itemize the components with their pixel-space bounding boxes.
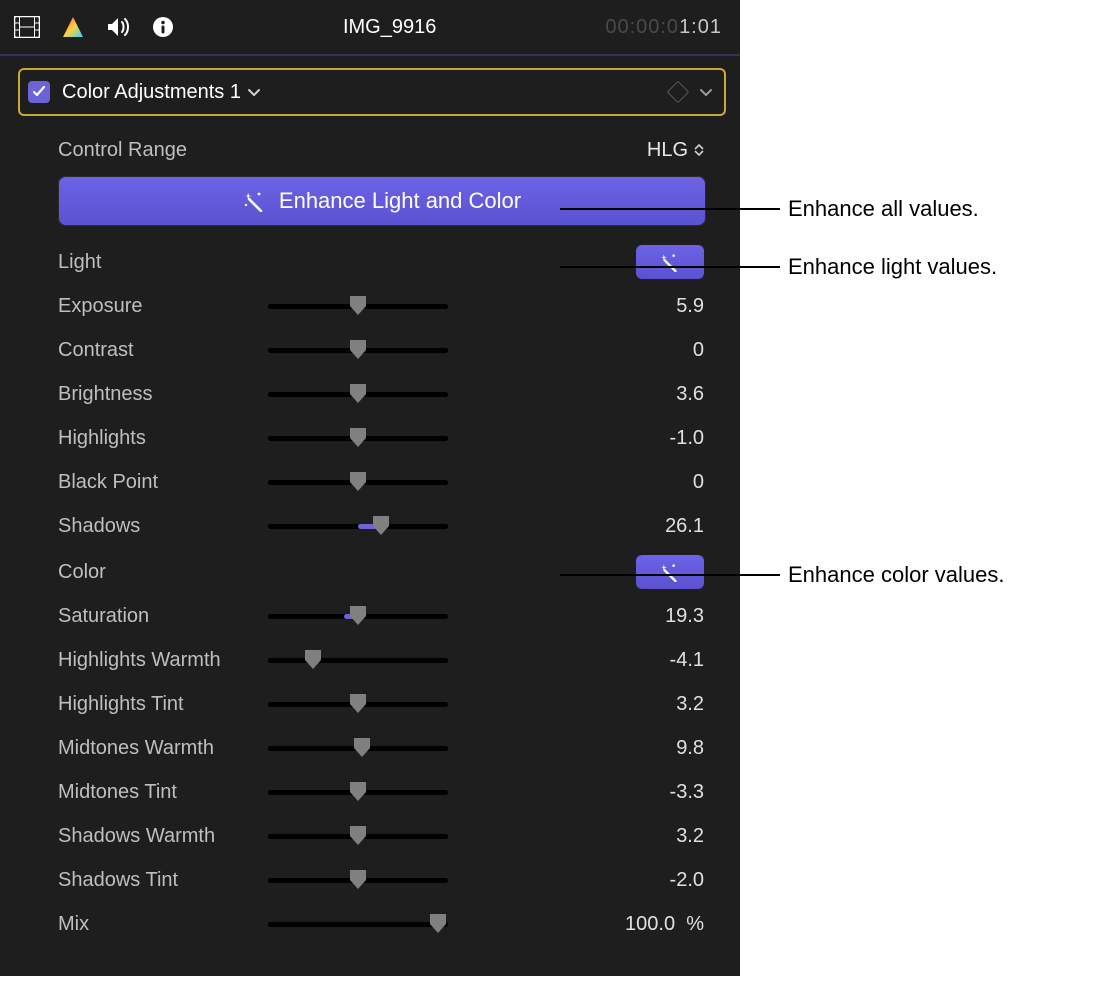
keyframe-icon[interactable] <box>667 81 690 104</box>
highlights-warmth-slider[interactable] <box>268 648 448 672</box>
control-range-select[interactable]: HLG <box>647 139 704 162</box>
midtones-warmth-row: Midtones Warmth 9.8 <box>58 726 706 770</box>
exposure-value[interactable]: 5.9 <box>458 295 706 318</box>
color-inspector-icon[interactable] <box>62 16 84 38</box>
shadows-warmth-row: Shadows Warmth 3.2 <box>58 814 706 858</box>
exposure-slider[interactable] <box>268 294 448 318</box>
shadows-tint-label: Shadows Tint <box>58 869 268 892</box>
control-range-label: Control Range <box>58 139 268 162</box>
shadows-warmth-label: Shadows Warmth <box>58 825 268 848</box>
enhance-color-button[interactable] <box>636 555 704 589</box>
highlights-warmth-value[interactable]: -4.1 <box>458 649 706 672</box>
midtones-tint-row: Midtones Tint -3.3 <box>58 770 706 814</box>
midtones-tint-slider[interactable] <box>268 780 448 804</box>
brightness-label: Brightness <box>58 383 268 406</box>
saturation-row: Saturation 19.3 <box>58 594 706 638</box>
highlights-value[interactable]: -1.0 <box>458 427 706 450</box>
brightness-slider[interactable] <box>268 382 448 406</box>
effect-name-dropdown[interactable]: Color Adjustments 1 <box>62 81 261 104</box>
highlights-tint-row: Highlights Tint 3.2 <box>58 682 706 726</box>
inspector-panel: IMG_9916 00:00:01:01 Color Adjustments 1… <box>0 0 740 976</box>
black-point-value[interactable]: 0 <box>458 471 706 494</box>
enhance-all-label: Enhance Light and Color <box>279 188 521 214</box>
audio-inspector-icon[interactable] <box>106 16 130 38</box>
saturation-label: Saturation <box>58 605 268 628</box>
inspector-toolbar: IMG_9916 00:00:01:01 <box>0 0 740 56</box>
highlights-tint-slider[interactable] <box>268 692 448 716</box>
control-range-row: Control Range HLG <box>58 128 706 172</box>
highlights-slider[interactable] <box>268 426 448 450</box>
black-point-label: Black Point <box>58 471 268 494</box>
highlights-row: Highlights -1.0 <box>58 416 706 460</box>
timecode: 00:00:01:01 <box>605 16 722 39</box>
light-section-label: Light <box>58 251 268 274</box>
contrast-slider[interactable] <box>268 338 448 362</box>
shadows-warmth-slider[interactable] <box>268 824 448 848</box>
mix-slider[interactable] <box>268 912 448 936</box>
clip-title: IMG_9916 <box>196 16 583 39</box>
chevron-down-icon <box>247 85 261 99</box>
brightness-row: Brightness 3.6 <box>58 372 706 416</box>
shadows-tint-slider[interactable] <box>268 868 448 892</box>
exposure-row: Exposure 5.9 <box>58 284 706 328</box>
enhance-light-button[interactable] <box>636 245 704 279</box>
color-section-label: Color <box>58 561 268 584</box>
shadows-row: Shadows 26.1 <box>58 504 706 548</box>
shadows-label: Shadows <box>58 515 268 538</box>
mix-label: Mix <box>58 913 268 936</box>
highlights-tint-label: Highlights Tint <box>58 693 268 716</box>
black-point-row: Black Point 0 <box>58 460 706 504</box>
mix-value[interactable]: 100.0 % <box>458 913 706 936</box>
shadows-slider[interactable] <box>268 514 448 538</box>
contrast-value[interactable]: 0 <box>458 339 706 362</box>
midtones-tint-label: Midtones Tint <box>58 781 268 804</box>
saturation-slider[interactable] <box>268 604 448 628</box>
midtones-tint-value[interactable]: -3.3 <box>458 781 706 804</box>
enhance-all-button[interactable]: Enhance Light and Color <box>58 176 706 226</box>
info-inspector-icon[interactable] <box>152 16 174 38</box>
effect-menu-chevron[interactable] <box>698 84 714 100</box>
inspector-body: Control Range HLG Enhance Light <box>0 120 740 976</box>
updown-icon <box>694 143 704 157</box>
color-section: Color <box>58 550 706 594</box>
midtones-warmth-value[interactable]: 9.8 <box>458 737 706 760</box>
shadows-value[interactable]: 26.1 <box>458 515 706 538</box>
shadows-warmth-value[interactable]: 3.2 <box>458 825 706 848</box>
contrast-row: Contrast 0 <box>58 328 706 372</box>
effect-header[interactable]: Color Adjustments 1 <box>18 68 726 116</box>
shadows-tint-value[interactable]: -2.0 <box>458 869 706 892</box>
midtones-warmth-label: Midtones Warmth <box>58 737 268 760</box>
highlights-warmth-row: Highlights Warmth -4.1 <box>58 638 706 682</box>
midtones-warmth-slider[interactable] <box>268 736 448 760</box>
exposure-label: Exposure <box>58 295 268 318</box>
brightness-value[interactable]: 3.6 <box>458 383 706 406</box>
mix-row: Mix 100.0 % <box>58 902 706 946</box>
video-inspector-icon[interactable] <box>14 16 40 38</box>
highlights-label: Highlights <box>58 427 268 450</box>
shadows-tint-row: Shadows Tint -2.0 <box>58 858 706 902</box>
highlights-warmth-label: Highlights Warmth <box>58 649 268 672</box>
effect-enable-checkbox[interactable] <box>28 81 50 103</box>
saturation-value[interactable]: 19.3 <box>458 605 706 628</box>
black-point-slider[interactable] <box>268 470 448 494</box>
light-section: Light <box>58 240 706 284</box>
contrast-label: Contrast <box>58 339 268 362</box>
wand-icon <box>243 190 267 212</box>
highlights-tint-value[interactable]: 3.2 <box>458 693 706 716</box>
